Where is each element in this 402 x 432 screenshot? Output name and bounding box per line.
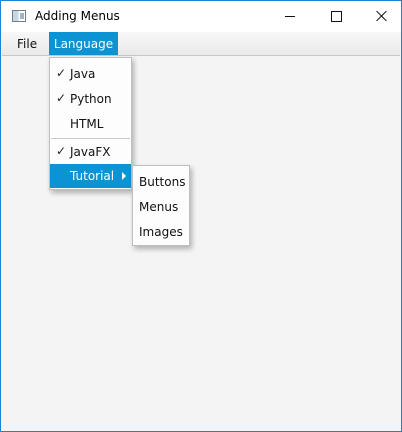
menu-item-tutorial[interactable]: Tutorial bbox=[50, 164, 131, 188]
menu-item-html[interactable]: HTML bbox=[50, 112, 131, 136]
menu-separator bbox=[51, 138, 130, 139]
menu-item-label: HTML bbox=[70, 117, 104, 131]
language-dropdown: ✓ Java ✓ Python HTML ✓ JavaFX Tutorial bbox=[49, 57, 132, 190]
menu-language[interactable]: Language bbox=[49, 32, 118, 55]
close-button[interactable] bbox=[359, 1, 402, 31]
tutorial-submenu: Buttons Menus Images bbox=[132, 165, 190, 246]
menu-item-label: Python bbox=[70, 92, 112, 106]
checkmark-icon: ✓ bbox=[56, 66, 67, 80]
menu-item-label: Java bbox=[70, 67, 96, 81]
minimize-button[interactable] bbox=[267, 1, 313, 31]
submenu-item-images[interactable]: Images bbox=[133, 220, 189, 244]
submenu-item-buttons[interactable]: Buttons bbox=[133, 170, 189, 194]
window-title: Adding Menus bbox=[35, 9, 120, 23]
checkmark-icon: ✓ bbox=[56, 144, 67, 158]
submenu-arrow-icon bbox=[122, 172, 126, 180]
submenu-item-label: Menus bbox=[139, 200, 179, 214]
checkmark-icon: ✓ bbox=[56, 91, 67, 105]
menu-file[interactable]: File bbox=[12, 32, 42, 55]
menu-bar: File Language bbox=[2, 32, 400, 56]
maximize-button[interactable] bbox=[313, 1, 359, 31]
menu-item-javafx[interactable]: ✓ JavaFX bbox=[50, 140, 131, 164]
submenu-item-label: Images bbox=[139, 225, 183, 239]
title-bar[interactable]: Adding Menus bbox=[1, 1, 401, 32]
submenu-item-label: Buttons bbox=[139, 175, 186, 189]
menu-item-java[interactable]: ✓ Java bbox=[50, 62, 131, 86]
app-icon bbox=[12, 10, 26, 22]
submenu-item-menus[interactable]: Menus bbox=[133, 195, 189, 219]
close-icon bbox=[376, 10, 388, 22]
menu-item-label: JavaFX bbox=[70, 145, 111, 159]
maximize-icon bbox=[330, 10, 342, 22]
minimize-icon bbox=[285, 15, 295, 17]
menu-item-python[interactable]: ✓ Python bbox=[50, 87, 131, 111]
menu-item-label: Tutorial bbox=[70, 169, 115, 183]
application-window: Adding Menus File Language ✓ Java ✓ Pyth… bbox=[0, 0, 402, 432]
